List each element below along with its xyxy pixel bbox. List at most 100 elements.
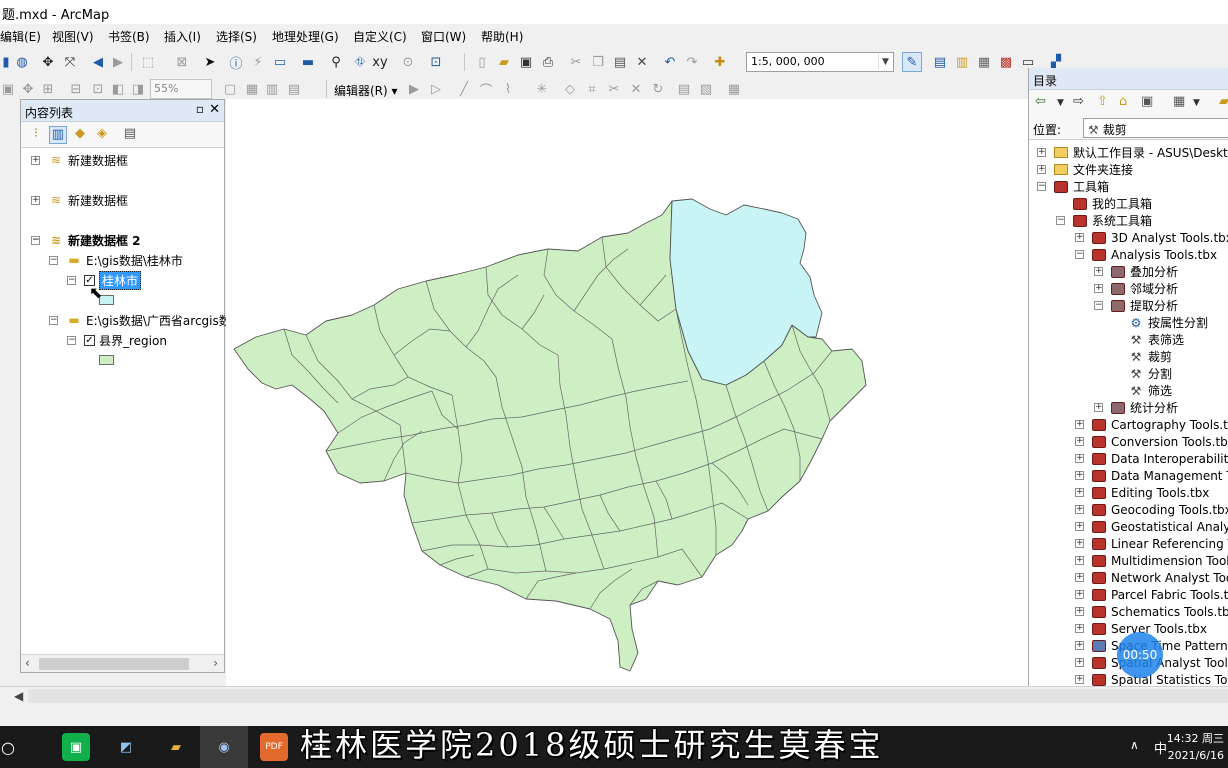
change-layout-icon[interactable]: ▥ (262, 79, 282, 99)
straight-segment-icon[interactable]: ╱ (454, 79, 474, 99)
catalog-item[interactable]: + Data Management Tools.tbx (1075, 467, 1228, 484)
ime-indicator[interactable]: 中 (1154, 738, 1167, 757)
collapse-icon[interactable]: − (49, 315, 58, 325)
catalog-item[interactable]: − 系统工具箱 (1056, 212, 1152, 229)
collapse-icon[interactable]: − (1037, 182, 1046, 191)
html-popup-icon[interactable]: ▭ (270, 52, 290, 72)
add-data-icon[interactable]: ✚ (710, 52, 730, 72)
forward-arrow-icon[interactable]: ⇨ (1073, 94, 1084, 109)
trace-icon[interactable]: ⌇ (498, 79, 518, 99)
catalog-item[interactable]: + Network Analyst Tools.tbx (1075, 569, 1228, 586)
catalog-item[interactable]: + Geocoding Tools.tbx (1075, 501, 1228, 518)
chevron-down-icon[interactable]: ▼ (1057, 98, 1064, 108)
identify-icon[interactable]: ⓘ (226, 52, 246, 72)
expand-icon[interactable]: + (1075, 437, 1084, 446)
arctoolbox-icon[interactable]: ▩ (996, 52, 1016, 72)
catalog-item[interactable]: +3D Analyst Tools.tbx (1075, 229, 1228, 246)
layout-zoom-in-icon[interactable]: ▣ (0, 79, 18, 99)
expand-icon[interactable]: + (1094, 403, 1103, 412)
clear-selection-icon[interactable]: ⊠ (172, 52, 192, 72)
source-folder-2[interactable]: − ▬ E:\gis数据\广西省arcgis数据 (49, 311, 243, 329)
menu-edit[interactable]: 编辑(E) (0, 28, 41, 45)
save-icon[interactable]: ▣ (516, 52, 536, 72)
fixed-zoom-icon[interactable]: ⤧ (60, 52, 80, 72)
undo-icon[interactable]: ↶ (660, 52, 680, 72)
pin-icon[interactable]: ▫ (196, 102, 204, 116)
catalog-item[interactable]: + Editing Tools.tbx (1075, 484, 1209, 501)
measure-icon[interactable]: ▬ (298, 52, 318, 72)
point-icon[interactable]: ✳ (532, 79, 552, 99)
arcmap-icon[interactable]: ◉ (210, 733, 238, 761)
catalog-item[interactable]: ⚒ 裁剪 (1129, 348, 1172, 365)
expand-icon[interactable]: + (1075, 624, 1084, 633)
close-icon[interactable]: ✕ (209, 102, 220, 117)
scroll-track[interactable] (28, 689, 1228, 703)
create-features-icon[interactable]: ▦ (724, 79, 744, 99)
search-icon[interactable]: ○ (0, 733, 22, 761)
focus-data-frame-icon[interactable]: ▦ (242, 79, 262, 99)
layout-fixed-zoom-icon[interactable]: ⊞ (38, 79, 58, 99)
expand-icon[interactable]: + (1075, 539, 1084, 548)
catalog-item[interactable]: − Analysis Tools.tbx (1075, 246, 1217, 263)
expand-icon[interactable]: + (31, 195, 40, 205)
collapse-icon[interactable]: − (67, 335, 76, 345)
expand-icon[interactable]: + (1075, 454, 1084, 463)
table-of-contents-icon[interactable]: ▤ (930, 52, 950, 72)
time-slider-icon[interactable]: ⊙ (398, 52, 418, 72)
list-by-source-icon[interactable]: ▥ (49, 126, 67, 144)
expand-icon[interactable]: + (1075, 658, 1084, 667)
catalog-item[interactable]: + Linear Referencing Tools.tbx (1075, 535, 1228, 552)
home-icon[interactable]: ⌂ (1119, 94, 1127, 109)
catalog-item[interactable]: + Parcel Fabric Tools.tbx (1075, 586, 1228, 603)
expand-icon[interactable]: + (1075, 590, 1084, 599)
edit-tool-icon[interactable]: ▶ (404, 79, 424, 99)
up-one-level-icon[interactable]: ⇧ (1097, 94, 1108, 109)
catalog-item[interactable]: + Data Interoperability Tools.tbx (1075, 450, 1228, 467)
copy-icon[interactable]: ❐ (588, 52, 608, 72)
location-input[interactable]: ⚒ 裁剪 (1083, 118, 1228, 138)
zoom-100-icon[interactable]: ⊡ (88, 79, 108, 99)
notes-app-icon[interactable]: ◩ (112, 733, 140, 761)
editor-toolbar-icon[interactable]: ✎ (902, 52, 922, 72)
layout-full-extent-icon[interactable]: ⊟ (66, 79, 86, 99)
expand-icon[interactable]: + (1075, 573, 1084, 582)
catalog-item[interactable]: ⚒ 分割 (1129, 365, 1172, 382)
collapse-icon[interactable]: − (67, 275, 76, 285)
catalog-item[interactable]: ⚒ 筛选 (1129, 382, 1172, 399)
menu-geoprocessing[interactable]: 地理处理(G) (272, 28, 339, 45)
catalog-item[interactable]: + Conversion Tools.tbx (1075, 433, 1228, 450)
globe-icon[interactable]: ◍ (12, 52, 32, 72)
open-icon[interactable]: ▰ (494, 52, 514, 72)
expand-icon[interactable]: + (1075, 420, 1084, 429)
menu-help[interactable]: 帮助(H) (481, 28, 523, 45)
pdf-app-icon[interactable]: PDF (260, 733, 288, 761)
attributes-icon[interactable]: ▤ (674, 79, 694, 99)
layer-county[interactable]: − ✓ 县界_region (67, 331, 167, 349)
cut-icon[interactable]: ✂ (566, 52, 586, 72)
map-scale-combobox[interactable]: 1:5, 000, 000 ▼ (746, 52, 894, 72)
expand-icon[interactable]: + (31, 155, 40, 165)
menu-view[interactable]: 视图(V) (52, 28, 94, 45)
menu-customize[interactable]: 自定义(C) (353, 28, 407, 45)
menu-insert[interactable]: 插入(I) (164, 28, 201, 45)
list-by-drawing-order-icon[interactable]: ⁝ (27, 126, 45, 144)
reshape-icon[interactable]: ⌗ (582, 79, 602, 99)
catalog-icon[interactable]: ▥ (952, 52, 972, 72)
scroll-right-icon[interactable]: › (213, 656, 218, 670)
edit-vertices-icon[interactable]: ◇ (560, 79, 580, 99)
scroll-left-icon[interactable]: ◀ (14, 689, 23, 703)
layer-guilin[interactable]: − ✓ 桂林市 (67, 270, 142, 290)
catalog-item[interactable]: ⚙ 按属性分割 (1129, 314, 1208, 331)
catalog-item[interactable]: − 工具箱 (1037, 178, 1109, 195)
expand-icon[interactable]: + (1075, 471, 1084, 480)
collapse-icon[interactable]: − (1075, 250, 1084, 259)
catalog-item[interactable]: − 提取分析 (1094, 297, 1178, 314)
expand-icon[interactable]: + (1075, 556, 1084, 565)
tray-chevron-icon[interactable]: ∧ (1130, 738, 1139, 752)
file-explorer-icon[interactable]: ▰ (162, 733, 190, 761)
back-arrow-icon[interactable]: ⇦ (1035, 94, 1046, 109)
expand-icon[interactable]: + (1075, 505, 1084, 514)
options-icon[interactable]: ▤ (121, 126, 139, 144)
layer-visibility-checkbox[interactable]: ✓ (84, 334, 95, 346)
select-features-icon[interactable]: ⬚ (138, 52, 158, 72)
